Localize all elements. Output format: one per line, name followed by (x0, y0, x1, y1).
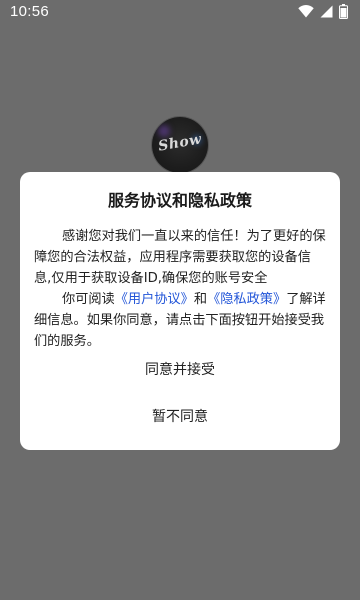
logo-glow (158, 125, 170, 137)
wifi-icon (298, 5, 314, 18)
signal-icon (320, 5, 333, 18)
status-bar: 10:56 (0, 0, 360, 24)
paragraph-prefix: 你可阅读 (62, 292, 115, 307)
dialog-paragraph-trust: 感谢您对我们一直以来的信任！为了更好的保障您的合法权益，应用程序需要获取您的设备… (34, 229, 326, 286)
privacy-policy-link[interactable]: 《隐私政策》 (207, 292, 286, 307)
dialog-body: 感谢您对我们一直以来的信任！为了更好的保障您的合法权益，应用程序需要获取您的设备… (34, 226, 328, 352)
status-time: 10:56 (10, 3, 50, 20)
user-agreement-link[interactable]: 《用户协议》 (115, 292, 194, 307)
agree-button[interactable]: 同意并接受 (80, 356, 280, 384)
privacy-dialog: 服务协议和隐私政策 感谢您对我们一直以来的信任！为了更好的保障您的合法权益，应用… (20, 172, 340, 450)
app-logo: Show (152, 117, 208, 173)
and-text: 和 (193, 292, 208, 307)
disagree-button[interactable]: 暂不同意 (80, 403, 280, 431)
dialog-paragraph-links: 你可阅读《用户协议》和《隐私政策》了解详细信息。如果你同意，请点击下面按钮开始接… (34, 289, 328, 352)
screen: 10:56 Show 服务协议和隐私政策 感谢您对我们一直以来的信任！为了更好的… (0, 0, 360, 600)
dialog-title: 服务协议和隐私政策 (107, 191, 252, 210)
status-icons (298, 4, 348, 19)
battery-icon (339, 4, 348, 19)
